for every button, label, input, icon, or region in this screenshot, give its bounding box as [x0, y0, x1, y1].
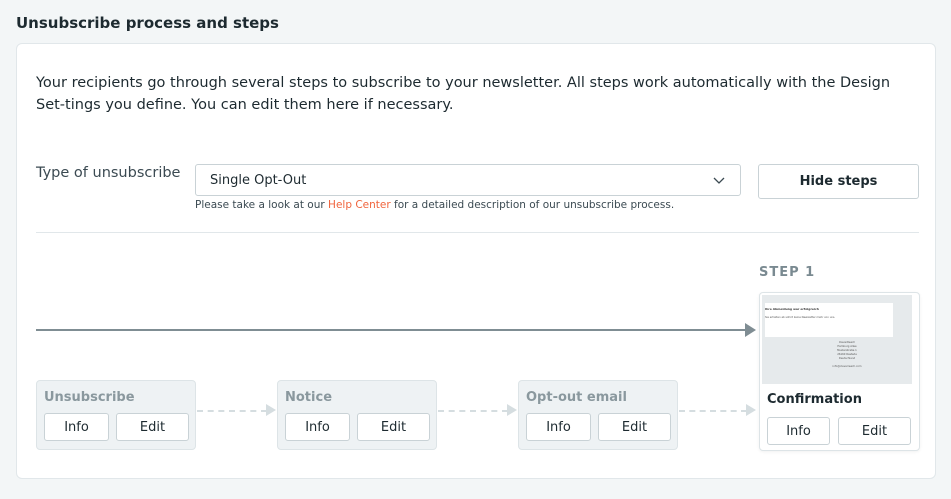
step-title: Notice — [285, 390, 333, 405]
help-text-after: for a detailed description of our unsubs… — [390, 199, 675, 211]
help-center-link[interactable]: Help Center — [328, 199, 391, 211]
step-opt-out-email: Opt-out email Info Edit — [518, 380, 678, 450]
preview-address: CleverReach Hamburg Allee Musterstraße 1… — [812, 341, 882, 369]
step-notice: Notice Info Edit — [277, 380, 437, 450]
help-text: Please take a look at our Help Center fo… — [195, 199, 674, 211]
connector-line — [679, 410, 747, 412]
notice-edit-button[interactable]: Edit — [357, 413, 430, 441]
chevron-down-icon — [713, 177, 725, 184]
unsubscribe-info-button[interactable]: Info — [44, 413, 109, 441]
confirmation-preview[interactable]: Ihre Abmeldung war erfolgreich Sie erhal… — [762, 295, 912, 384]
connector-line — [438, 410, 508, 412]
step-label: STEP 1 — [759, 265, 816, 280]
divider — [36, 232, 919, 233]
hide-steps-button[interactable]: Hide steps — [758, 164, 919, 199]
opt-out-email-edit-button[interactable]: Edit — [598, 413, 671, 441]
flow-arrow-icon — [745, 323, 756, 337]
confirmation-title: Confirmation — [767, 392, 862, 407]
step-title: Unsubscribe — [44, 390, 135, 405]
type-of-unsubscribe-label: Type of unsubscribe — [36, 165, 181, 181]
section-title: Unsubscribe process and steps — [16, 14, 279, 32]
connector-arrow-icon — [266, 404, 276, 416]
step-unsubscribe: Unsubscribe Info Edit — [36, 380, 196, 450]
preview-heading: Ihre Abmeldung war erfolgreich — [765, 307, 819, 311]
step-confirmation: Ihre Abmeldung war erfolgreich Sie erhal… — [759, 292, 920, 451]
unsubscribe-type-select[interactable]: Single Opt-Out — [195, 164, 741, 196]
confirmation-edit-button[interactable]: Edit — [838, 417, 911, 445]
connector-arrow-icon — [507, 404, 517, 416]
intro-text: Your recipients go through several steps… — [36, 75, 891, 113]
select-value: Single Opt-Out — [210, 172, 307, 188]
connector-line — [197, 410, 267, 412]
unsubscribe-edit-button[interactable]: Edit — [116, 413, 189, 441]
step-title: Opt-out email — [526, 390, 627, 405]
help-text-before: Please take a look at our — [195, 199, 329, 211]
preview-address-line: info@cleverreach.com — [832, 365, 862, 368]
connector-arrow-icon — [746, 404, 756, 416]
confirmation-info-button[interactable]: Info — [767, 417, 830, 445]
opt-out-email-info-button[interactable]: Info — [526, 413, 591, 441]
flow-line — [36, 329, 748, 331]
notice-info-button[interactable]: Info — [285, 413, 350, 441]
preview-body: Sie erhalten ab sofort keine Newsletter … — [765, 316, 836, 319]
unsubscribe-card: Your recipients go through several steps… — [16, 43, 936, 479]
